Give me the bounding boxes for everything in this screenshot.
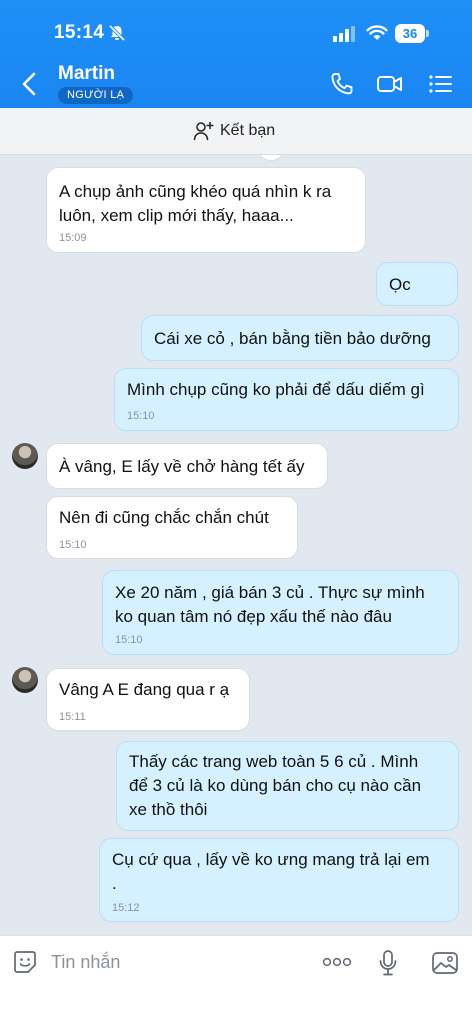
back-icon[interactable] [18,70,42,98]
message-time: 15:10 [127,410,155,422]
contact-avatar[interactable] [12,667,38,693]
reaction-peek [257,155,285,161]
message-bubble-outgoing[interactable]: Cụ cứ qua , lấy về ko ưng mang trả lại e… [99,838,459,922]
message-time: 15:12 [112,902,140,914]
contact-name[interactable]: Martin [58,63,115,85]
status-time: 15:14 [54,22,105,43]
message-bubble-incoming[interactable]: A chụp ảnh cũng khéo quá nhìn k ra luôn,… [46,167,366,253]
message-time: 15:10 [59,539,87,551]
message-time: 15:10 [115,634,143,646]
sticker-icon[interactable] [12,949,38,975]
more-options-icon[interactable] [322,956,352,968]
message-text-line: . [112,874,117,893]
message-bubble-outgoing[interactable]: Xe 20 năm , giá bán 3 củ . Thực sự mình … [102,570,459,655]
video-call-icon[interactable] [376,71,404,97]
message-text-line: luôn, xem clip mới thấy, haaa... [59,206,294,225]
message-time: 15:09 [59,232,87,244]
contact-avatar[interactable] [12,443,38,469]
message-input[interactable]: Tin nhắn [51,952,120,973]
battery-level: 36 [395,24,425,43]
signal-icon [333,26,355,42]
message-text-line: Mình chụp cũng ko phải để dấu diếm gì [127,380,425,399]
status-bar: 15:14 36 [0,0,472,60]
add-friend-bar[interactable]: Kết bạn [0,108,472,155]
wifi-icon [366,25,388,40]
message-time: 15:11 [59,711,86,723]
message-text-line: Vâng A E đang qua r ạ [59,680,230,699]
message-text-line: À vâng, E lấy về chở hàng tết ấy [59,457,305,476]
microphone-icon[interactable] [378,949,398,977]
message-bubble-outgoing[interactable]: Mình chụp cũng ko phải để dấu diếm gì 15… [114,368,459,431]
message-text-line: Cụ cứ qua , lấy về ko ưng mang trả lại e… [112,850,430,869]
message-bubble-incoming[interactable]: À vâng, E lấy về chở hàng tết ấy [46,443,328,489]
message-text-line: ko quan tâm nó đẹp xấu thế nào đâu [115,607,392,626]
message-bubble-outgoing[interactable]: Thấy các trang web toàn 5 6 củ . Mình để… [116,741,459,831]
message-text-line: Nên đi cũng chắc chắn chút [59,508,269,527]
stranger-badge: NGƯỜI LẠ [58,87,134,104]
phone-call-icon[interactable] [329,71,355,97]
add-friend-icon [193,122,214,141]
message-text-line: xe thồ thôi [129,800,208,819]
message-bubble-outgoing[interactable]: Ọc [376,262,458,306]
chat-header: 15:14 36 Martin NGƯỜI LẠ [0,0,472,108]
message-bubble-outgoing[interactable]: Cái xe cỏ , bán bằng tiền bảo dưỡng [141,315,459,361]
battery-icon: 36 [395,24,429,43]
message-text-line: Xe 20 năm , giá bán 3 củ . Thực sự mình [115,583,425,602]
add-friend-label: Kết bạn [220,122,276,139]
message-text-line: để 3 củ là ko dùng bán cho cụ nào cần [129,776,422,795]
message-text-line: Ọc [389,275,411,294]
image-gallery-icon[interactable] [431,950,459,976]
message-list[interactable]: A chụp ảnh cũng khéo quá nhìn k ra luôn,… [0,155,472,935]
message-text-line: Thấy các trang web toàn 5 6 củ . Mình [129,752,419,771]
message-bubble-incoming[interactable]: Nên đi cũng chắc chắn chút 15:10 [46,496,298,559]
menu-list-icon[interactable] [428,71,454,97]
message-input-bar: Tin nhắn [0,935,472,1024]
message-bubble-incoming[interactable]: Vâng A E đang qua r ạ 15:11 [46,668,250,731]
message-text-line: Cái xe cỏ , bán bằng tiền bảo dưỡng [154,329,431,348]
message-text-line: A chụp ảnh cũng khéo quá nhìn k ra [59,182,332,201]
bell-muted-icon [108,24,126,42]
